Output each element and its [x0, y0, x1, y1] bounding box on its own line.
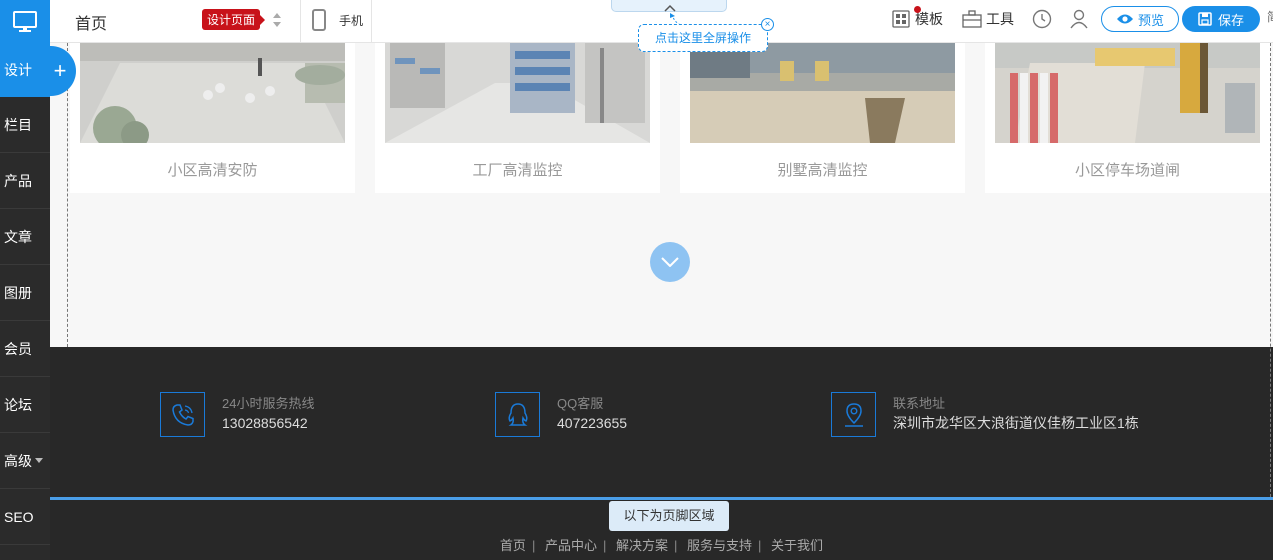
footer-link-support[interactable]: 服务与支持 — [687, 538, 752, 553]
sidebar-item-albums[interactable]: 图册 — [0, 265, 50, 321]
template-menu[interactable]: 模板 — [892, 6, 943, 29]
footer-area-tip: 以下为页脚区域 — [609, 501, 729, 531]
sort-arrows-icon[interactable] — [272, 12, 282, 28]
tools-label: 工具 — [986, 11, 1014, 27]
sidebar-item-products[interactable]: 产品 — [0, 153, 50, 209]
case-photo-factory — [385, 43, 650, 143]
contact-item-hotline: 24小时服务热线 13028856542 — [160, 392, 314, 437]
case-caption: 小区停车场道闸 — [1074, 162, 1180, 179]
sidebar-item-label: 高级 — [4, 452, 32, 469]
case-photo-villa — [690, 43, 955, 143]
user-account-icon[interactable] — [1070, 9, 1088, 29]
case-caption: 工厂高清监控 — [472, 162, 563, 179]
sidebar-item-advanced[interactable]: 高级 — [0, 433, 50, 489]
location-icon — [831, 392, 876, 437]
chevron-down-icon — [661, 257, 679, 267]
case-photo-parking-gate — [995, 43, 1260, 143]
fullscreen-tip-text: 点击这里全屏操作 — [654, 31, 751, 45]
sidebar-item-forum[interactable]: 论坛 — [0, 377, 50, 433]
sidebar-item-articles[interactable]: 文章 — [0, 209, 50, 265]
design-page-badge[interactable]: 设计页面 — [202, 9, 266, 30]
case-photo-plaza — [80, 43, 345, 143]
notification-dot — [914, 6, 921, 13]
toolbox-icon — [962, 10, 982, 28]
fullscreen-tip[interactable]: 点击这里全屏操作 × — [638, 18, 774, 52]
more-label[interactable]: 简 — [1267, 8, 1273, 25]
history-clock-icon[interactable] — [1032, 9, 1052, 29]
contact-value: 407223655 — [557, 415, 628, 431]
sidebar-item-label: 产品 — [4, 172, 32, 189]
case-card[interactable]: 别墅高清监控 — [680, 43, 965, 193]
sidebar-item-label: 栏目 — [4, 116, 32, 133]
contact-label: 联系地址 — [893, 396, 946, 411]
caret-down-icon — [35, 458, 43, 463]
save-label: 保存 — [1217, 12, 1244, 28]
module-boundary-right — [1270, 43, 1271, 497]
contact-item-qq: QQ客服 407223655 — [495, 392, 627, 437]
plus-icon: + — [53, 58, 67, 83]
footer-section[interactable]: 以下为页脚区域 首页 | 产品中心 | 解决方案 | 服务与支持 | 关于我们 — [50, 500, 1273, 560]
floppy-disk-icon — [1198, 12, 1212, 26]
sidebar-item-label: 设计 — [4, 62, 32, 78]
scroll-down-button[interactable] — [650, 242, 690, 282]
contact-item-address: 联系地址 深圳市龙华区大浪街道仪佳杨工业区1栋 — [831, 392, 1139, 437]
left-sidebar: 设计 栏目 产品 文章 图册 会员 论坛 高级 SEO — [0, 0, 50, 560]
monitor-logo-icon[interactable] — [0, 0, 50, 43]
footer-link-separator: | — [602, 538, 607, 553]
contact-value: 深圳市龙华区大浪街道仪佳杨工业区1栋 — [893, 415, 1139, 431]
tools-menu[interactable]: 工具 — [962, 9, 1014, 29]
contact-label: QQ客服 — [557, 396, 604, 411]
sidebar-item-seo[interactable]: SEO — [0, 489, 50, 545]
eye-icon — [1116, 14, 1133, 24]
footer-link-solutions[interactable]: 解决方案 — [616, 538, 668, 553]
footer-link-products[interactable]: 产品中心 — [545, 538, 597, 553]
save-button[interactable]: 保存 — [1182, 6, 1260, 32]
sidebar-item-label: 会员 — [4, 340, 32, 357]
contact-label: 24小时服务热线 — [222, 396, 315, 411]
template-grid-icon — [892, 6, 921, 28]
sidebar-item-label: SEO — [4, 508, 34, 525]
case-caption: 小区高清安防 — [167, 162, 258, 179]
phone-icon — [160, 392, 205, 437]
mobile-view-label[interactable]: 手机 — [339, 12, 363, 29]
sidebar-item-columns[interactable]: 栏目 — [0, 97, 50, 153]
contact-value: 13028856542 — [222, 415, 308, 431]
mobile-phone-icon[interactable] — [312, 9, 326, 31]
preview-button[interactable]: 预览 — [1101, 6, 1179, 32]
collapse-toolbar-button[interactable] — [611, 0, 727, 12]
contact-section[interactable]: 24小时服务热线 13028856542 QQ客服 407223655 联系地址… — [50, 347, 1273, 497]
footer-link-separator: | — [758, 538, 762, 553]
case-caption: 别墅高清监控 — [777, 162, 868, 179]
sidebar-item-members[interactable]: 会员 — [0, 321, 50, 377]
toolbar-divider — [300, 0, 301, 43]
qq-icon — [495, 392, 540, 437]
close-icon[interactable]: × — [761, 18, 774, 31]
case-card[interactable]: 小区停车场道闸 — [985, 43, 1270, 193]
sidebar-item-label: 图册 — [4, 284, 32, 301]
case-card[interactable]: 工厂高清监控 — [375, 43, 660, 193]
preview-label: 预览 — [1137, 12, 1164, 28]
sidebar-item-design[interactable]: 设计 — [0, 43, 50, 97]
sidebar-item-label: 论坛 — [4, 396, 32, 413]
footer-link-separator: | — [531, 538, 536, 553]
sidebar-item-label: 文章 — [4, 228, 32, 245]
case-card[interactable]: 小区高清安防 — [70, 43, 355, 193]
toolbar-divider — [371, 0, 372, 43]
current-page-name[interactable]: 首页 — [75, 10, 107, 34]
footer-nav: 首页 | 产品中心 | 解决方案 | 服务与支持 | 关于我们 — [50, 535, 1273, 554]
footer-link-separator: | — [674, 538, 678, 553]
footer-link-about[interactable]: 关于我们 — [771, 538, 823, 553]
footer-link-home[interactable]: 首页 — [500, 538, 526, 553]
